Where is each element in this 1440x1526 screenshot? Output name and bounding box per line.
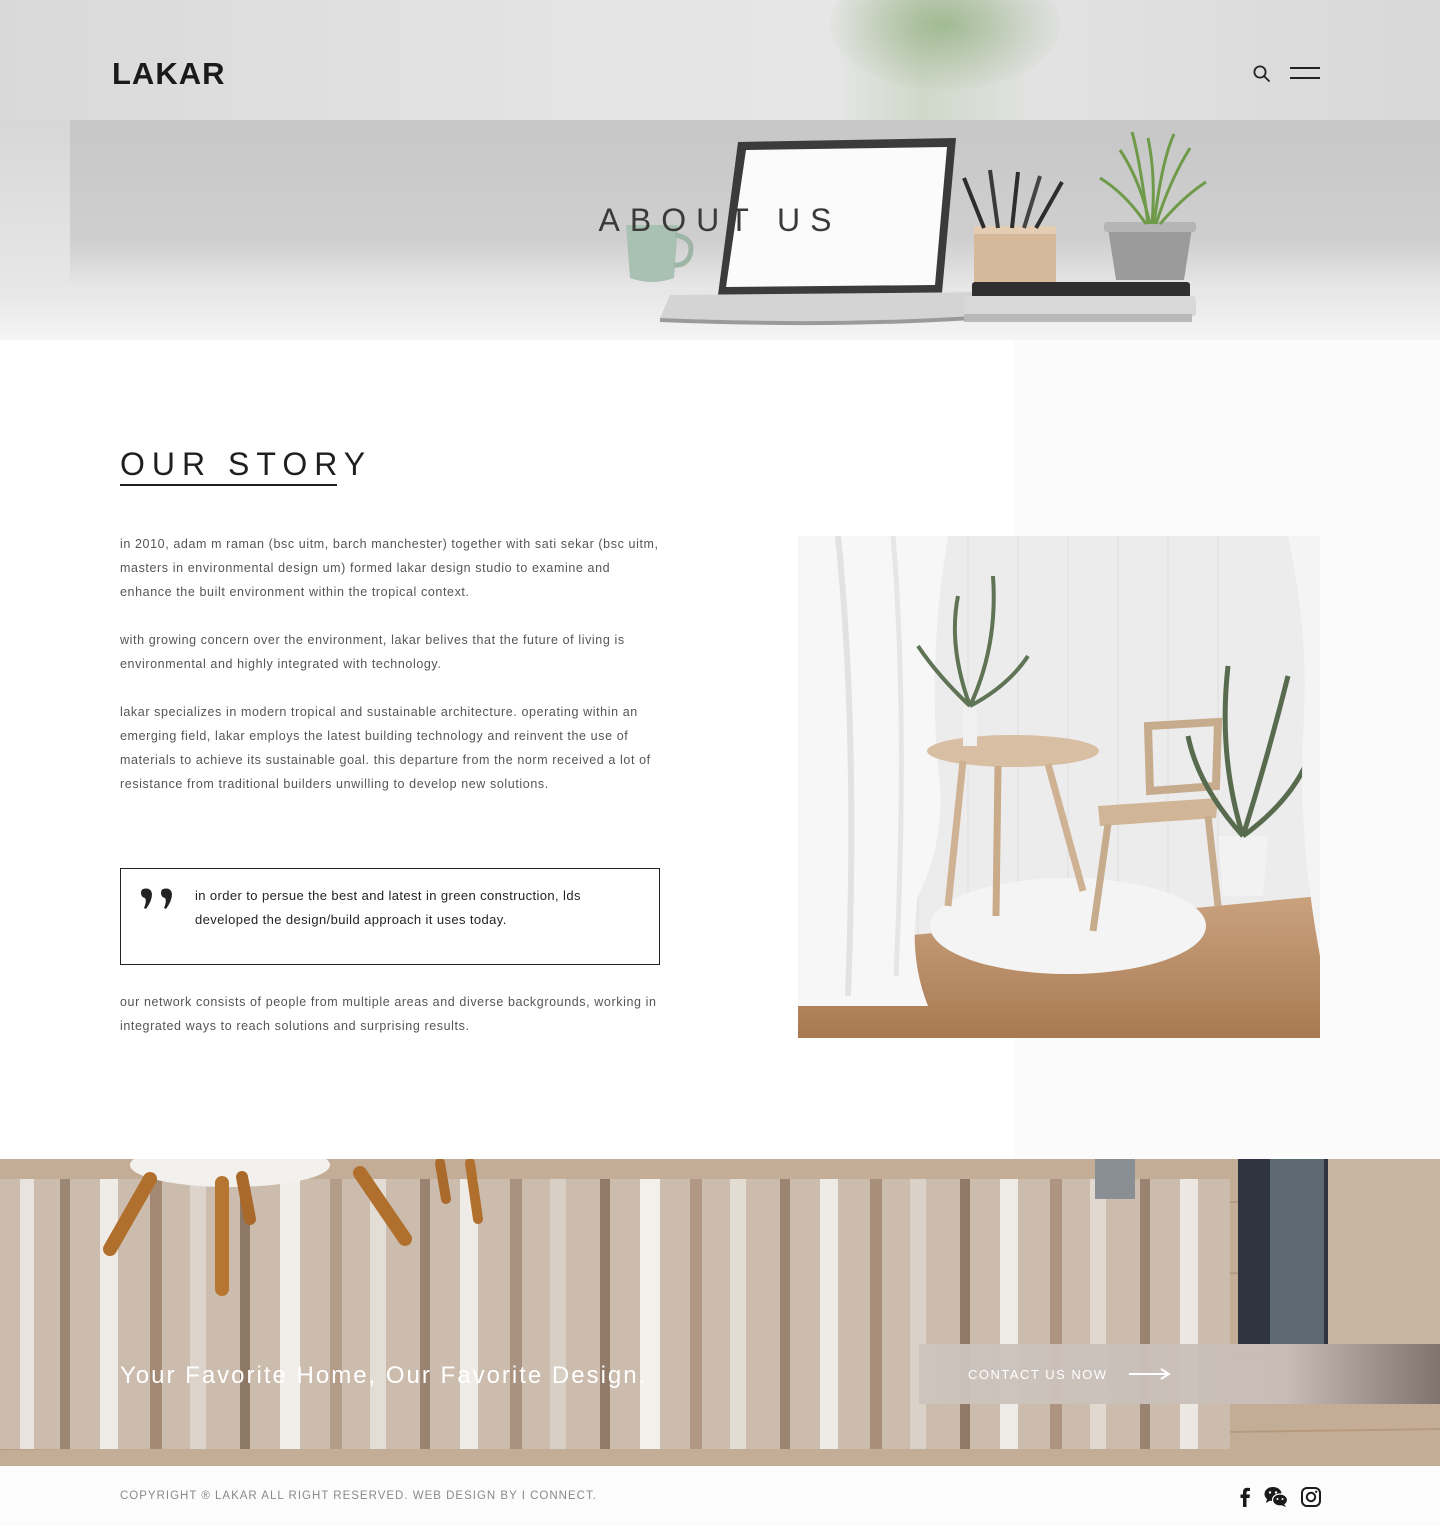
hero-banner: ABOUT US [0,120,1440,340]
facebook-icon[interactable] [1234,1486,1256,1508]
story-paragraph: in 2010, adam m raman (bsc uitm, barch m… [120,537,659,599]
search-icon[interactable] [1252,64,1272,84]
site-logo[interactable]: LAKAR [112,56,226,92]
story-paragraph: our network consists of people from mult… [120,995,657,1033]
page-title: ABOUT US [598,202,842,238]
interior-photo [798,536,1320,1038]
story-paragraph: lakar specializes in modern tropical and… [120,705,651,791]
site-footer: COPYRIGHT ® LAKAR ALL RIGHT RESERVED. WE… [0,1466,1440,1526]
section-title: OUR STORY [120,446,373,482]
wechat-icon[interactable] [1264,1486,1289,1508]
hamburger-menu-icon[interactable] [1288,64,1322,84]
instagram-icon[interactable] [1300,1486,1322,1508]
header-background-plant [830,0,1060,90]
contact-us-label: CONTACT US NOW [968,1367,1108,1382]
banner-tagline: Your Favorite Home, Our Favorite Design. [120,1362,648,1389]
contact-us-button[interactable]: CONTACT US NOW [919,1344,1440,1404]
copyright-text: COPYRIGHT ® LAKAR ALL RIGHT RESERVED. WE… [120,1490,597,1502]
section-title-underline [120,484,337,486]
quote-icon [141,888,172,909]
quote-box: in order to persue the best and latest i… [120,868,660,965]
cta-banner [0,1159,1440,1466]
story-paragraph: with growing concern over the environmen… [120,633,625,671]
quote-text: in order to persue the best and latest i… [195,888,581,927]
arrow-right-icon [1129,1368,1171,1380]
site-header: LAKAR [0,0,1440,120]
